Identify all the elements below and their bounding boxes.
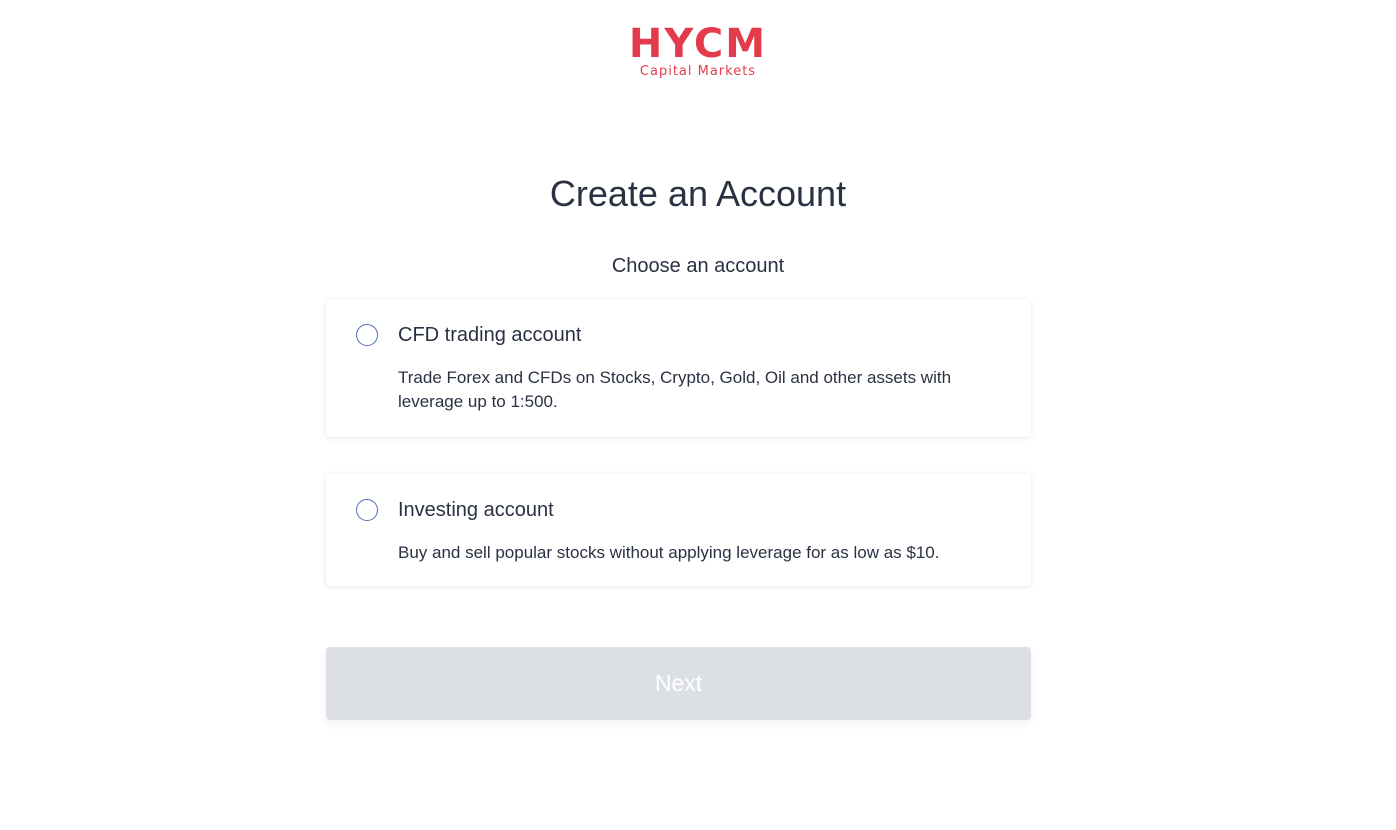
next-button[interactable]: Next	[326, 647, 1031, 720]
radio-button-cfd-trading[interactable]	[356, 324, 378, 346]
radio-button-investing[interactable]	[356, 499, 378, 521]
create-account-page: HYCM Capital Markets Create an Account C…	[0, 0, 1396, 830]
page-title: Create an Account	[549, 173, 847, 214]
account-option-title: CFD trading account	[398, 324, 582, 346]
logo-mark: HYCM	[628, 21, 768, 67]
account-option-cfd-trading[interactable]: CFD trading account Trade Forex and CFDs…	[326, 299, 1031, 437]
account-option-investing[interactable]: Investing account Buy and sell popular s…	[326, 474, 1031, 586]
choose-account-label: Choose an account	[611, 255, 785, 277]
account-option-description: Trade Forex and CFDs on Stocks, Crypto, …	[398, 368, 952, 411]
hycm-logo: HYCM Capital Markets	[618, 24, 778, 79]
account-option-description: Buy and sell popular stocks without appl…	[398, 543, 940, 562]
logo-subtitle: Capital Markets	[639, 64, 757, 79]
account-option-title: Investing account	[398, 499, 554, 521]
